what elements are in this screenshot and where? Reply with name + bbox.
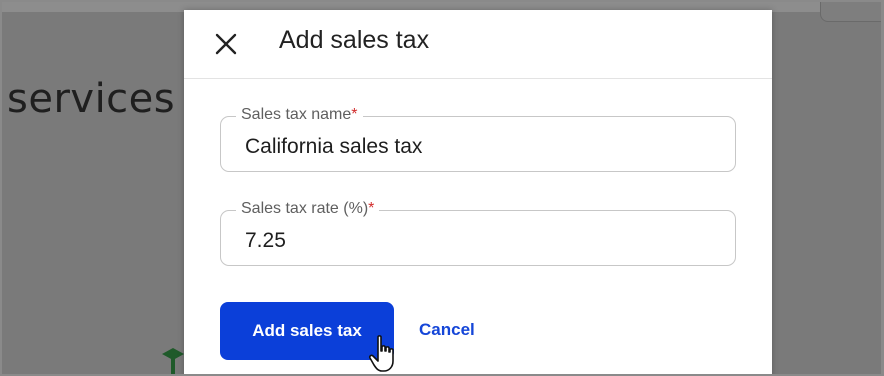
app-window: services Add sales tax Sales tax name* S…: [0, 0, 884, 376]
required-marker: *: [368, 200, 375, 217]
sales-tax-rate-input[interactable]: [245, 229, 725, 253]
required-marker: *: [351, 106, 358, 123]
dialog-header: Add sales tax: [184, 10, 772, 79]
background-header-button: [820, 2, 881, 22]
background-page-heading: services: [7, 76, 176, 122]
add-sales-tax-button[interactable]: Add sales tax: [220, 302, 394, 360]
dialog-title: Add sales tax: [279, 26, 430, 54]
cancel-button[interactable]: Cancel: [419, 320, 475, 340]
sales-tax-name-input[interactable]: [245, 135, 725, 159]
sales-tax-rate-field[interactable]: Sales tax rate (%)*: [220, 200, 736, 266]
graduation-cap-icon: [162, 348, 184, 374]
add-sales-tax-dialog: Add sales tax Sales tax name* Sales tax …: [184, 10, 772, 374]
sales-tax-rate-label: Sales tax rate (%)*: [236, 200, 380, 218]
sales-tax-name-label: Sales tax name*: [236, 106, 363, 124]
sales-tax-name-field[interactable]: Sales tax name*: [220, 106, 736, 172]
close-icon[interactable]: [212, 30, 240, 58]
